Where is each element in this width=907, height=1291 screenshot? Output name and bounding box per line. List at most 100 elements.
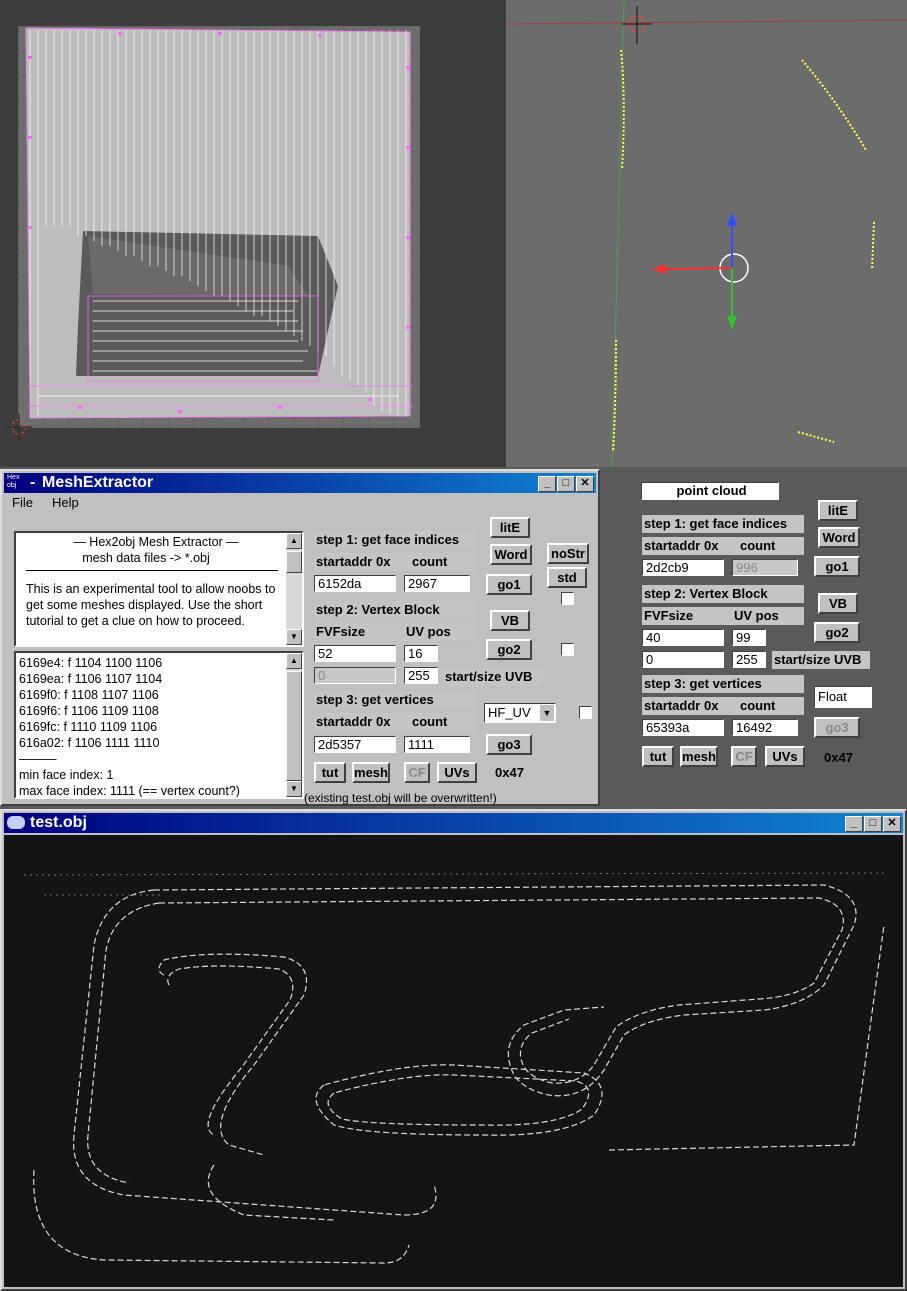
step1-startaddr-input[interactable]: 6152da xyxy=(314,575,396,592)
step3-label: step 3: get vertices xyxy=(642,675,804,693)
meshextractor-titlebar[interactable]: Hex obj - MeshExtractor _ □ ✕ xyxy=(4,473,596,493)
maximize-button[interactable]: □ xyxy=(557,476,575,492)
log-line: ——— xyxy=(19,752,57,766)
format-select[interactable]: HF_UV ▼ xyxy=(484,703,556,723)
vb-button[interactable]: VB xyxy=(490,610,530,631)
info-divider xyxy=(26,570,278,571)
scroll-down-icon[interactable]: ▼ xyxy=(286,629,302,645)
scroll-down-icon[interactable]: ▼ xyxy=(286,781,302,797)
test-obj-titlebar[interactable]: test.obj _ □ ✕ xyxy=(4,813,903,833)
format-select-value: Float xyxy=(818,689,847,704)
step1-count-input[interactable]: 996 xyxy=(732,559,798,576)
status-text: (existing test.obj will be overwritten!) xyxy=(304,791,497,805)
format-select[interactable]: Float xyxy=(814,686,872,708)
startaddr-label: startaddr 0x xyxy=(644,698,719,713)
count-label: count xyxy=(412,714,448,729)
hex-value: 0x47 xyxy=(824,750,853,765)
uv-layout-drawing xyxy=(18,26,420,428)
step3-header-row: startaddr 0x count xyxy=(314,713,476,731)
uv-grid xyxy=(18,26,420,428)
log-line: 616a02: f 1106 1111 1110 xyxy=(19,736,160,750)
cf-button[interactable]: CF xyxy=(731,746,757,767)
scroll-thumb[interactable] xyxy=(286,551,302,573)
uvpos-label: UV pos xyxy=(406,624,451,639)
step3-startaddr-input[interactable]: 65393a xyxy=(642,719,724,736)
tut-button[interactable]: tut xyxy=(642,746,674,767)
meshextractor-window: Hex obj - MeshExtractor _ □ ✕ File Help … xyxy=(0,469,600,806)
uvs-button[interactable]: UVs xyxy=(437,762,477,783)
step3-count-input[interactable]: 1111 xyxy=(404,736,470,753)
uvb-start-input[interactable]: 0 xyxy=(314,667,396,684)
app-icon: Hex obj xyxy=(7,474,29,492)
log-line: 6169ea: f 1106 1107 1104 xyxy=(19,672,163,686)
uvb-label: start/size UVB xyxy=(443,668,543,686)
scroll-thumb[interactable] xyxy=(286,671,302,781)
startaddr-label: startaddr 0x xyxy=(316,554,391,569)
step3-count-input[interactable]: 16492 xyxy=(732,719,798,736)
maximize-button[interactable]: □ xyxy=(864,816,882,832)
mesh-button[interactable]: mesh xyxy=(680,746,718,767)
count-label: count xyxy=(412,554,448,569)
fvfsize-label: FVFsize xyxy=(644,608,694,623)
uvs-button[interactable]: UVs xyxy=(765,746,805,767)
menu-file[interactable]: File xyxy=(12,495,33,510)
scroll-up-icon[interactable]: ▲ xyxy=(286,533,302,549)
close-button[interactable]: ✕ xyxy=(883,816,901,832)
3d-viewport[interactable] xyxy=(505,0,907,468)
scroll-up-icon[interactable]: ▲ xyxy=(286,653,302,669)
fvfsize-input[interactable]: 40 xyxy=(642,629,724,646)
lite-button[interactable]: litE xyxy=(490,517,530,538)
log-line: 6169f6: f 1106 1109 1108 xyxy=(19,704,159,718)
uvb-size-input[interactable]: 255 xyxy=(404,667,438,684)
step2-label: step 2: Vertex Block xyxy=(314,601,476,619)
obj-render-canvas[interactable] xyxy=(4,835,903,1287)
window-title: MeshExtractor xyxy=(42,474,154,491)
menu-help[interactable]: Help xyxy=(52,495,79,510)
uvpos-input[interactable]: 99 xyxy=(732,629,766,646)
log-output-box[interactable]: 6169e4: f 1104 1100 1106 6169ea: f 1106 1… xyxy=(14,651,304,799)
hex-value: 0x47 xyxy=(495,765,524,780)
startaddr-label: startaddr 0x xyxy=(316,714,391,729)
lite-button[interactable]: litE xyxy=(818,500,858,521)
word-button[interactable]: Word xyxy=(818,527,860,548)
go3-button[interactable]: go3 xyxy=(814,717,860,738)
log-scrollbar[interactable]: ▲ ▼ xyxy=(286,653,302,797)
go2-checkbox[interactable] xyxy=(561,643,574,656)
step3-header-row: startaddr 0x count xyxy=(642,697,804,715)
log-line: 6169e4: f 1104 1100 1106 xyxy=(19,656,163,670)
test-obj-window: test.obj _ □ ✕ xyxy=(0,809,907,1291)
go2-button[interactable]: go2 xyxy=(814,622,860,643)
info-scrollbar[interactable]: ▲ ▼ xyxy=(286,533,302,645)
go1-button[interactable]: go1 xyxy=(814,556,860,577)
chevron-down-icon[interactable]: ▼ xyxy=(540,705,554,721)
std-button[interactable]: std xyxy=(547,567,587,588)
uvpos-input[interactable]: 16 xyxy=(404,645,438,662)
tut-button[interactable]: tut xyxy=(314,762,346,783)
std-checkbox[interactable] xyxy=(561,592,574,605)
minimize-button[interactable]: _ xyxy=(538,476,556,492)
go1-button[interactable]: go1 xyxy=(486,574,532,595)
fvfsize-input[interactable]: 52 xyxy=(314,645,396,662)
step1-startaddr-input[interactable]: 2d2cb9 xyxy=(642,559,724,576)
step1-header-row: startaddr 0x count xyxy=(642,537,804,555)
go3-button[interactable]: go3 xyxy=(486,734,532,755)
info-text-box[interactable]: — Hex2obj Mesh Extractor — mesh data fil… xyxy=(14,531,304,647)
count-label: count xyxy=(740,698,776,713)
uv-editor-viewport[interactable] xyxy=(0,0,506,467)
uvb-size-input[interactable]: 255 xyxy=(732,651,766,668)
step3-startaddr-input[interactable]: 2d5357 xyxy=(314,736,396,753)
word-button[interactable]: Word xyxy=(490,544,532,565)
format-checkbox[interactable] xyxy=(579,706,592,719)
go2-button[interactable]: go2 xyxy=(486,639,532,660)
cf-button[interactable]: CF xyxy=(404,762,430,783)
step2-label: step 2: Vertex Block xyxy=(642,585,804,603)
step3-label: step 3: get vertices xyxy=(314,691,476,709)
step1-count-input[interactable]: 2967 xyxy=(404,575,470,592)
uvb-start-input[interactable]: 0 xyxy=(642,651,724,668)
nostr-button[interactable]: noStr xyxy=(547,543,589,564)
vb-button[interactable]: VB xyxy=(818,593,858,614)
mesh-button[interactable]: mesh xyxy=(352,762,390,783)
close-button[interactable]: ✕ xyxy=(576,476,594,492)
log-line: 6169f0: f 1108 1107 1106 xyxy=(19,688,159,702)
minimize-button[interactable]: _ xyxy=(845,816,863,832)
